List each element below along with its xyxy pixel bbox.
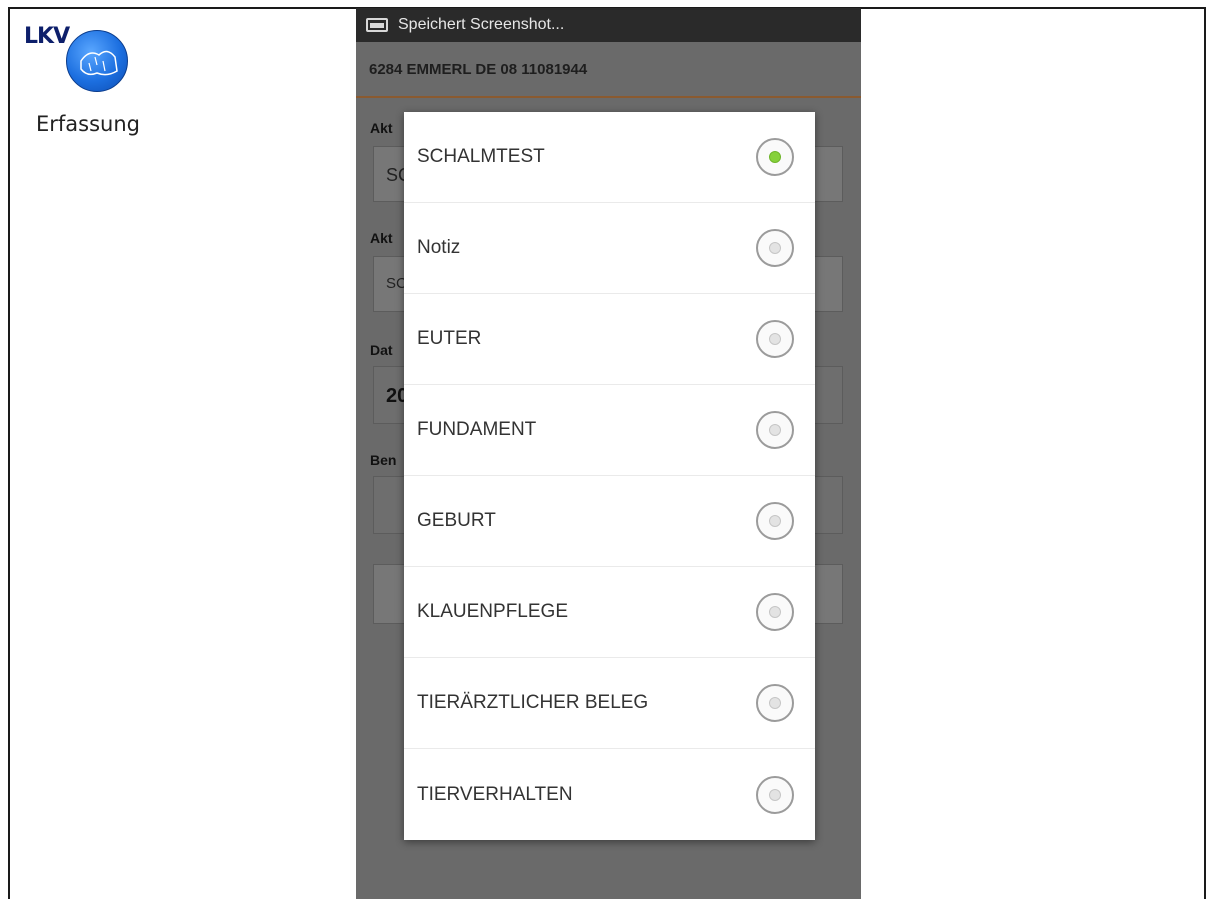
dialog-option[interactable]: TIERVERHALTEN	[404, 749, 815, 840]
radio-unselected-icon[interactable]	[756, 229, 794, 267]
dialog-option-label: KLAUENPFLEGE	[417, 601, 568, 622]
dialog-option[interactable]: FUNDAMENT	[404, 385, 815, 476]
bg-label-aktion: Akt	[370, 120, 393, 136]
radio-dot	[769, 424, 781, 436]
dialog-option[interactable]: SCHALMTEST	[404, 112, 815, 203]
radio-unselected-icon[interactable]	[756, 593, 794, 631]
dialog-option[interactable]: Notiz	[404, 203, 815, 294]
selection-dialog: SCHALMTEST Notiz EUTER FUNDAMENT GEBURT KLAUE…	[404, 112, 815, 840]
radio-dot	[769, 151, 781, 163]
dialog-option-label: EUTER	[417, 328, 482, 349]
radio-unselected-icon[interactable]	[756, 411, 794, 449]
radio-dot	[769, 242, 781, 254]
dialog-option[interactable]: EUTER	[404, 294, 815, 385]
phone-screen: Speichert Screenshot... 6284 EMMERL DE 0…	[356, 8, 861, 899]
dialog-option[interactable]: KLAUENPFLEGE	[404, 567, 815, 658]
bg-label-datum: Dat	[370, 342, 393, 358]
radio-dot	[769, 606, 781, 618]
animal-title: 6284 EMMERL DE 08 11081944	[369, 60, 588, 78]
action-bar: 6284 EMMERL DE 08 11081944	[356, 42, 861, 98]
logo-text: LKV	[24, 24, 70, 49]
dialog-option-label: FUNDAMENT	[417, 419, 537, 440]
radio-unselected-icon[interactable]	[756, 320, 794, 358]
dialog-option[interactable]: GEBURT	[404, 476, 815, 567]
radio-unselected-icon[interactable]	[756, 502, 794, 540]
radio-dot	[769, 515, 781, 527]
lkv-emblem-icon	[66, 30, 128, 92]
dialog-option[interactable]: TIERÄRZTLICHER BELEG	[404, 658, 815, 749]
bg-label-bemerkung: Ben	[370, 452, 397, 468]
dialog-option-label: TIERÄRZTLICHER BELEG	[417, 692, 649, 713]
radio-dot	[769, 788, 781, 801]
status-text: Speichert Screenshot...	[398, 16, 565, 33]
screenshot-icon	[366, 18, 388, 32]
dialog-option-label: TIERVERHALTEN	[417, 783, 573, 805]
radio-unselected-icon[interactable]	[756, 684, 794, 722]
bg-label-aktion-2: Akt	[370, 230, 393, 246]
status-bar: Speichert Screenshot...	[356, 8, 861, 42]
radio-selected-icon[interactable]	[756, 138, 794, 176]
dialog-option-label: SCHALMTEST	[417, 146, 545, 167]
radio-dot	[769, 333, 781, 345]
page-caption: Erfassung	[36, 112, 140, 136]
lkv-logo: LKV	[24, 24, 134, 104]
dialog-option-label: Notiz	[417, 237, 461, 258]
dialog-option-label: GEBURT	[417, 510, 496, 531]
radio-unselected-icon[interactable]	[756, 775, 794, 814]
radio-dot	[769, 697, 781, 709]
